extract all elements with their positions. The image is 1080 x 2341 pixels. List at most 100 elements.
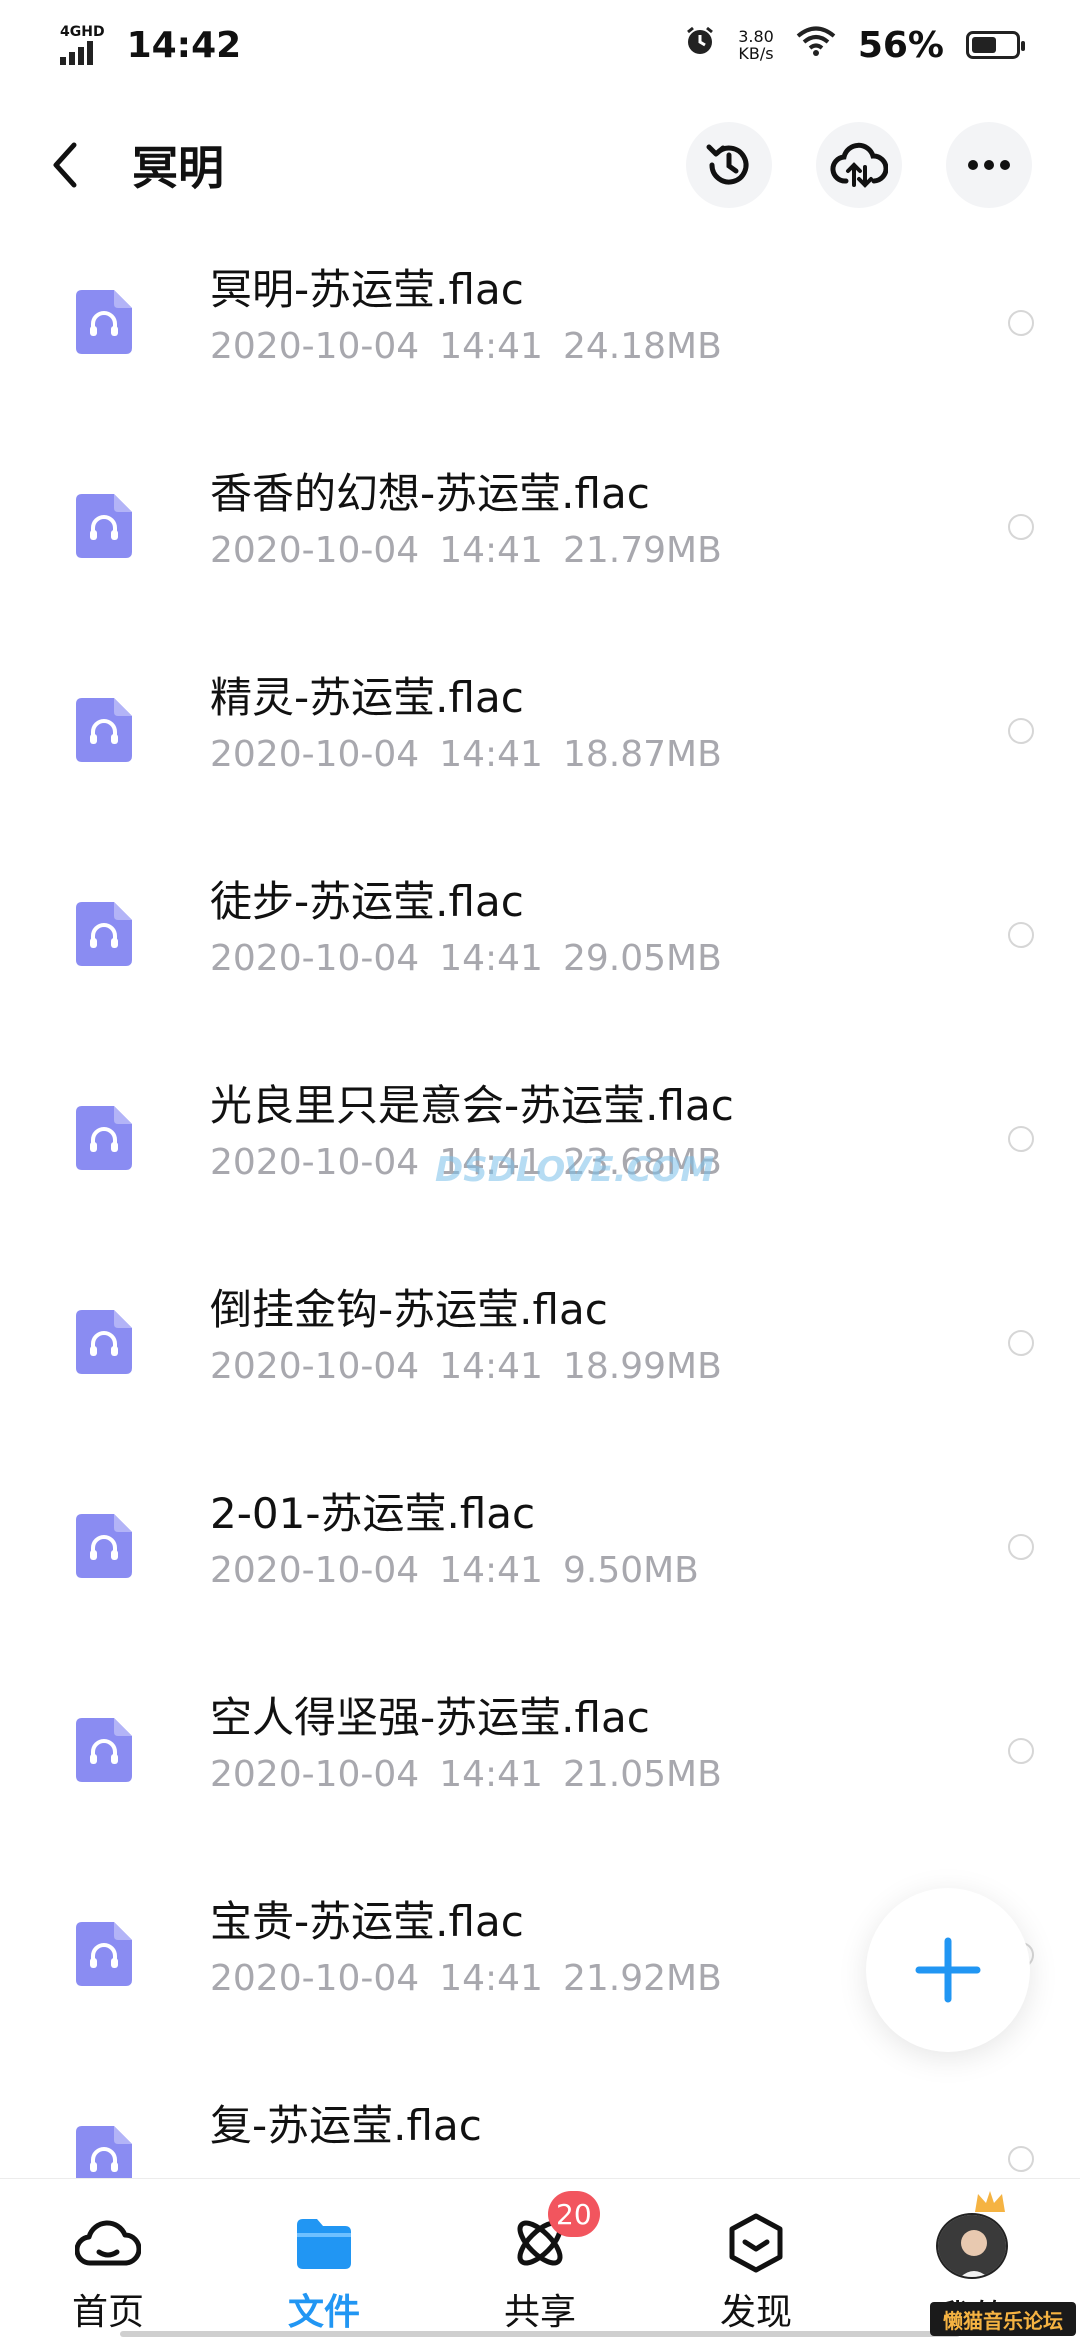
chevron-left-icon — [53, 142, 77, 188]
file-date: 2020-10-04 — [210, 326, 420, 367]
file-meta: 2020-10-04 14:41 29.05MB — [210, 938, 722, 979]
select-radio[interactable] — [1008, 514, 1034, 540]
file-row[interactable]: 冥明-苏运莹.flac 2020-10-04 14:41 24.18MB — [0, 240, 1080, 444]
file-time: 14:41 — [439, 1754, 543, 1795]
file-name: 宝贵-苏运莹.flac — [210, 1897, 524, 1946]
audio-file-icon — [76, 1718, 132, 1782]
file-size: 18.87MB — [562, 734, 722, 775]
audio-file-icon — [76, 1106, 132, 1170]
network-speed-unit: KB/s — [738, 44, 774, 63]
file-date: 2020-10-04 — [210, 1754, 420, 1795]
file-size: 21.92MB — [562, 1958, 722, 1999]
file-name: 精灵-苏运莹.flac — [210, 673, 524, 722]
file-date: 2020-10-04 — [210, 1346, 420, 1387]
file-size: 29.05MB — [562, 938, 722, 979]
tab-discover-label: 发现 — [719, 2292, 792, 2333]
clock-time: 14:42 — [126, 24, 242, 66]
status-bar-left: 4GHD 14:42 — [60, 25, 241, 66]
tab-share-label: 共享 — [503, 2292, 576, 2333]
select-radio[interactable] — [1008, 718, 1034, 744]
forum-watermark-tag: 懒猫音乐论坛 — [930, 2302, 1076, 2336]
cellular-signal-icon: 4GHD — [60, 25, 105, 65]
file-row[interactable]: 空人得坚强-苏运莹.flac 2020-10-04 14:41 21.05MB — [0, 1668, 1080, 1872]
history-icon — [706, 144, 749, 185]
wifi-icon — [796, 25, 836, 66]
file-time: 14:41 — [439, 1958, 543, 1999]
more-options-button[interactable] — [946, 122, 1032, 208]
watermark-text: DSDLOVE.COM — [435, 1150, 715, 1190]
file-name: 冥明-苏运莹.flac — [210, 265, 524, 314]
select-radio[interactable] — [1008, 1738, 1034, 1764]
back-button[interactable] — [50, 135, 100, 195]
status-bar-right: 3.80 KB/s 56% — [684, 24, 1025, 66]
status-bar: 4GHD 14:42 3.80 KB/s 56% — [0, 0, 1080, 90]
crown-icon — [975, 2191, 1005, 2212]
file-time: 14:41 — [439, 734, 543, 775]
file-name: 复-苏运莹.flac — [210, 2101, 482, 2150]
select-radio[interactable] — [1008, 1126, 1034, 1152]
file-name: 光良里只是意会-苏运莹.flac — [210, 1081, 734, 1130]
audio-file-icon — [76, 494, 132, 558]
file-meta: 2020-10-04 14:41 21.05MB — [210, 1754, 722, 1795]
battery-icon — [966, 31, 1025, 59]
file-date: 2020-10-04 — [210, 938, 420, 979]
file-time: 14:41 — [439, 938, 543, 979]
select-radio[interactable] — [1008, 310, 1034, 336]
folder-icon — [297, 2219, 351, 2269]
tab-files[interactable]: 文件 — [216, 2179, 432, 2341]
file-size: 18.99MB — [562, 1346, 722, 1387]
file-name: 徒步-苏运莹.flac — [210, 877, 524, 926]
cloud-transfer-button[interactable] — [816, 122, 902, 208]
file-meta: 2020-10-04 14:41 9.50MB — [210, 1550, 699, 1591]
add-button[interactable] — [866, 1888, 1030, 2052]
title-bar: 冥明 — [0, 110, 1080, 220]
signal-bars-icon — [60, 39, 93, 65]
file-meta: 2020-10-04 14:41 21.79MB — [210, 530, 722, 571]
battery-percent: 56% — [857, 24, 944, 66]
audio-file-icon — [76, 902, 132, 966]
history-button[interactable] — [686, 122, 772, 208]
home-indicator — [120, 2331, 960, 2337]
tab-discover[interactable]: 发现 — [648, 2179, 864, 2341]
file-meta: 2020-10-04 14:41 18.87MB — [210, 734, 722, 775]
file-row[interactable]: 2-01-苏运莹.flac 2020-10-04 14:41 9.50MB — [0, 1464, 1080, 1668]
avatar — [936, 2213, 1008, 2279]
tab-home[interactable]: 首页 — [0, 2179, 216, 2341]
file-size: 9.50MB — [562, 1550, 699, 1591]
network-type-label: 4GHD — [60, 24, 105, 40]
file-date: 2020-10-04 — [210, 530, 420, 571]
select-radio[interactable] — [1008, 2146, 1034, 2172]
network-speed-value: 3.80 — [738, 27, 774, 46]
tab-home-label: 首页 — [71, 2292, 144, 2333]
more-dots-icon — [968, 160, 1010, 170]
bottom-tab-bar: 首页 文件 共享 20 发现 我的 — [0, 2178, 1080, 2341]
select-radio[interactable] — [1008, 922, 1034, 948]
file-size: 21.79MB — [562, 530, 722, 571]
file-row[interactable]: 倒挂金钩-苏运莹.flac 2020-10-04 14:41 18.99MB — [0, 1260, 1080, 1464]
alarm-icon — [684, 25, 716, 66]
tab-share[interactable]: 共享 20 — [432, 2179, 648, 2341]
file-name: 香香的幻想-苏运莹.flac — [210, 469, 650, 518]
cloud-icon — [75, 2220, 141, 2266]
file-time: 14:41 — [439, 1346, 543, 1387]
file-row[interactable]: 精灵-苏运莹.flac 2020-10-04 14:41 18.87MB — [0, 648, 1080, 852]
file-size: 21.05MB — [562, 1754, 722, 1795]
battery-fill — [972, 37, 996, 53]
file-row[interactable]: 香香的幻想-苏运莹.flac 2020-10-04 14:41 21.79MB — [0, 444, 1080, 648]
network-speed: 3.80 KB/s — [738, 28, 774, 62]
file-date: 2020-10-04 — [210, 1142, 420, 1183]
plus-icon — [915, 1937, 981, 2003]
file-time: 14:41 — [439, 530, 543, 571]
file-row[interactable]: 徒步-苏运莹.flac 2020-10-04 14:41 29.05MB — [0, 852, 1080, 1056]
cube-icon — [729, 2213, 783, 2273]
file-meta: 2020-10-04 14:41 24.18MB — [210, 326, 722, 367]
file-meta: 2020-10-04 14:41 18.99MB — [210, 1346, 722, 1387]
file-date: 2020-10-04 — [210, 734, 420, 775]
cloud-transfer-icon — [830, 142, 888, 188]
page-title: 冥明 — [132, 141, 224, 195]
file-meta: 2020-10-04 14:41 21.92MB — [210, 1958, 722, 1999]
file-name: 2-01-苏运莹.flac — [210, 1489, 536, 1538]
select-radio[interactable] — [1008, 1330, 1034, 1356]
select-radio[interactable] — [1008, 1534, 1034, 1560]
audio-file-icon — [76, 290, 132, 354]
